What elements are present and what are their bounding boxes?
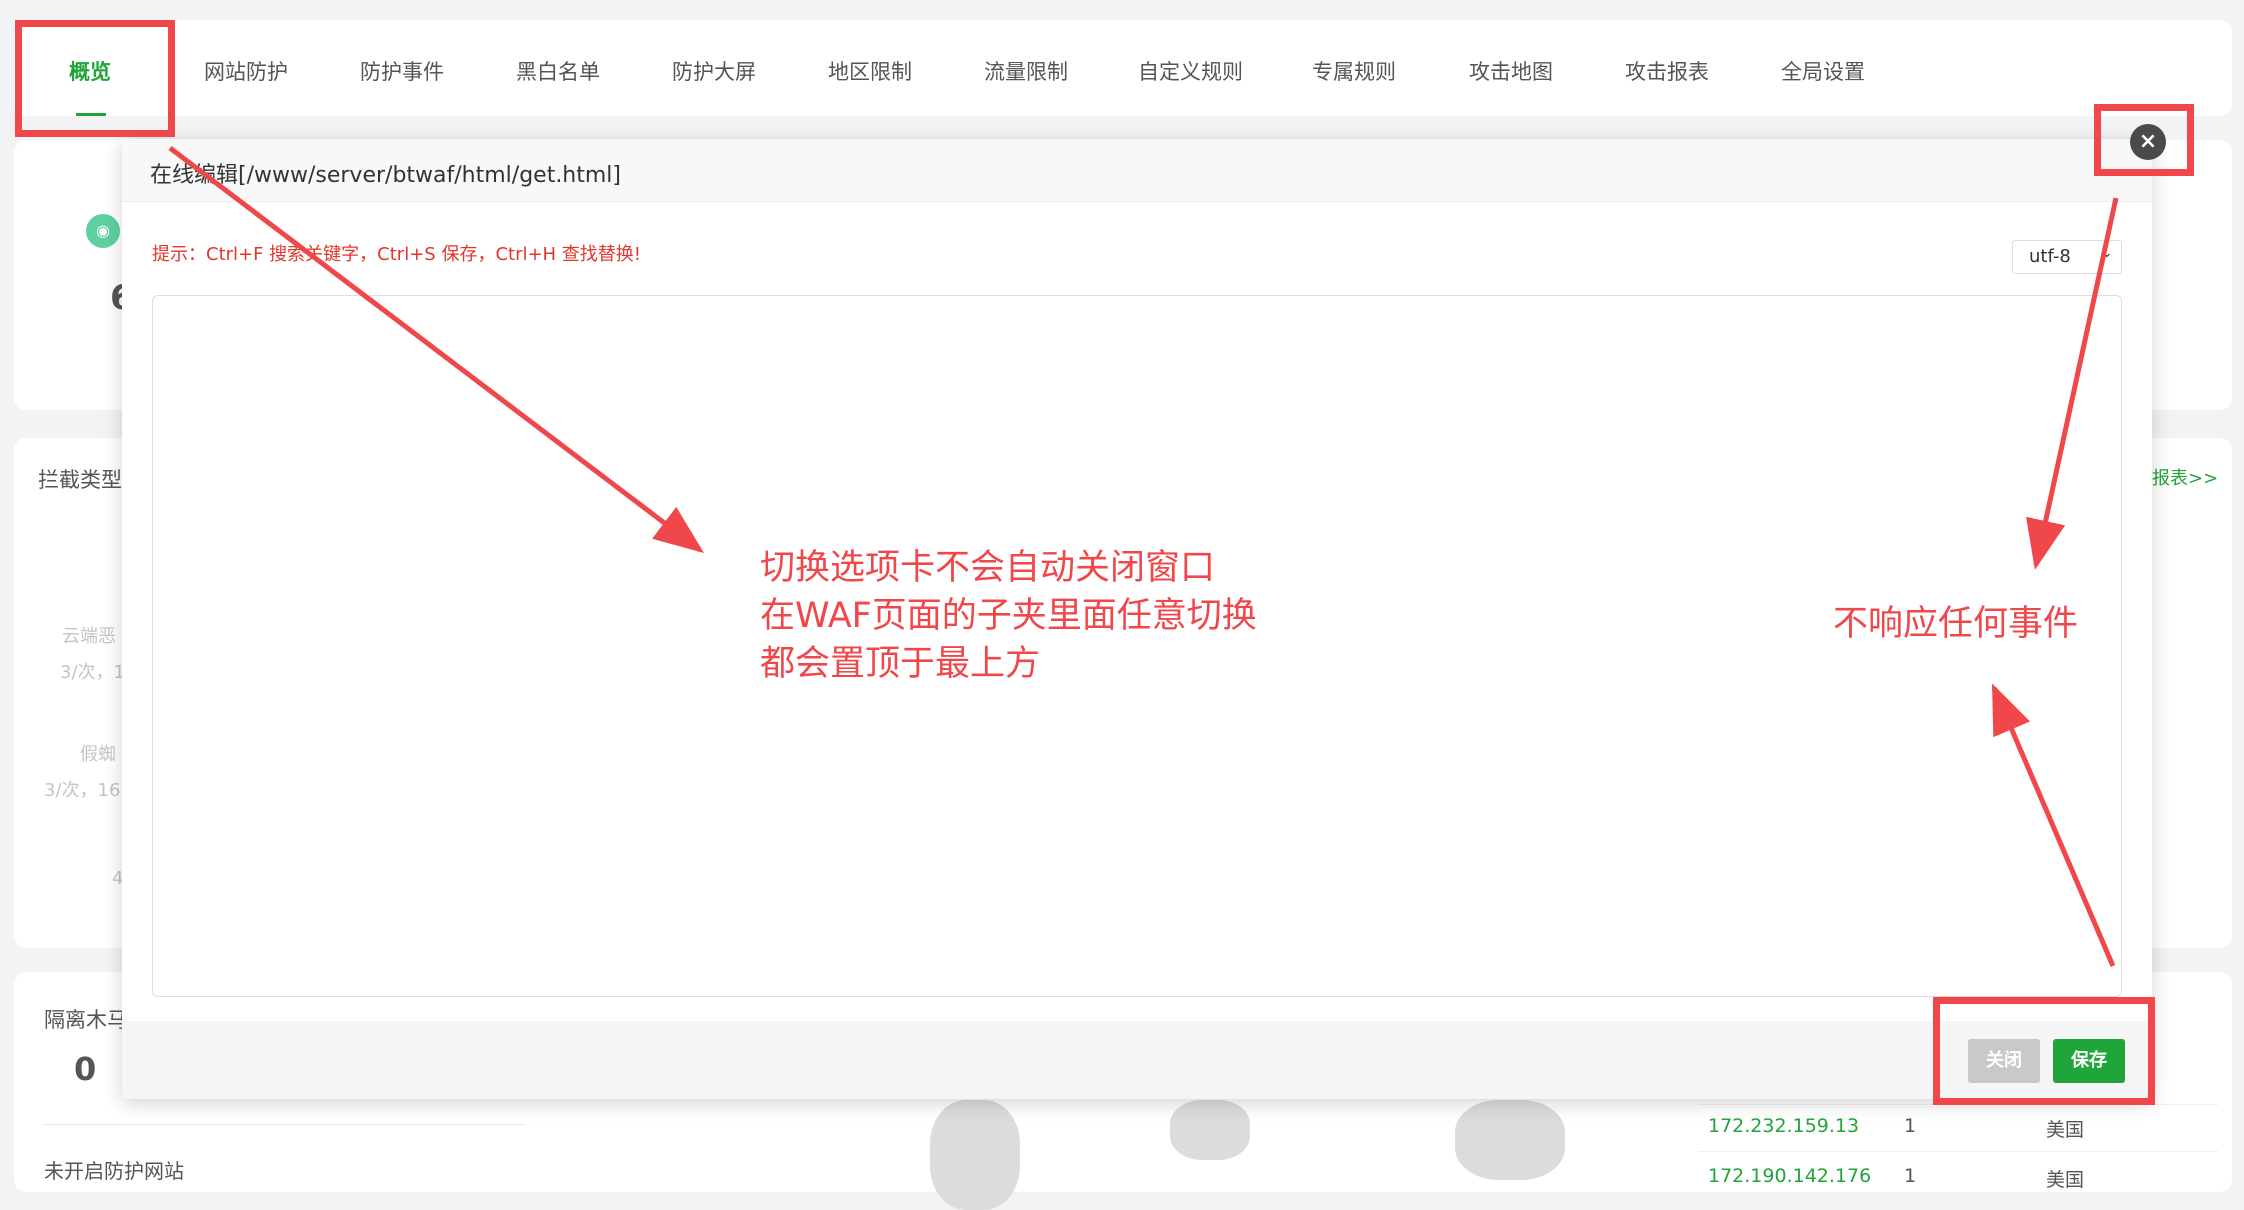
arrow-from-buttons [1991,683,2116,967]
arrow-to-editor [168,146,704,554]
annotation-side-note: 不响应任何事件 [1833,604,2079,644]
annotation-line: 切换选项卡不会自动关闭窗口 [760,548,1216,588]
arrow-to-side-note [2026,197,2119,570]
annotation-line: 在WAF页面的子夹里面任意切换 [760,596,1257,636]
annotation-line: 都会置顶于最上方 [760,644,1041,684]
annotation-note: 切换选项卡不会自动关闭窗口 在WAF页面的子夹里面任意切换 都会置顶于最上方 [760,544,1257,688]
